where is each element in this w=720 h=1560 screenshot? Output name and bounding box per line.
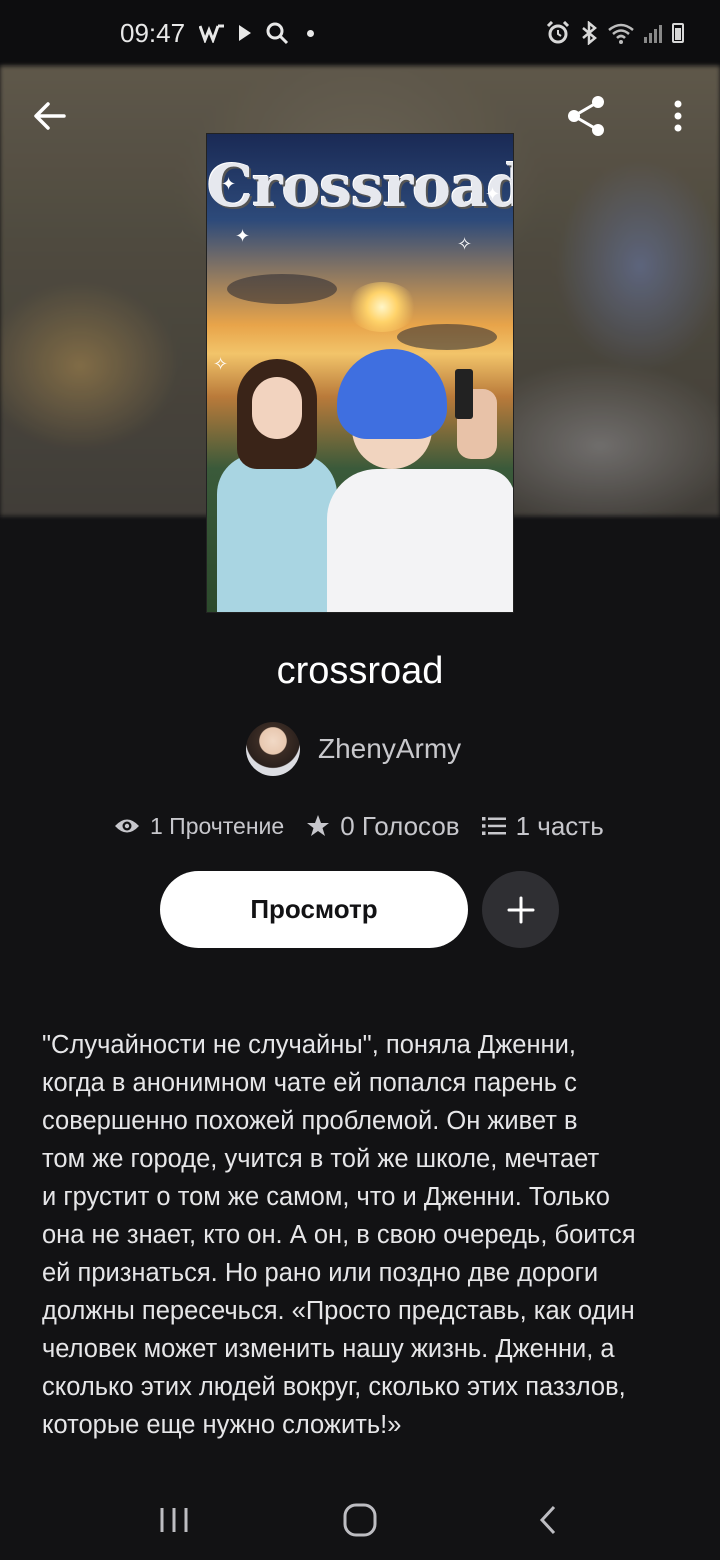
story-stats: 1 Прочтение 0 Голосов 1 часть xyxy=(114,806,626,846)
signal-icon xyxy=(644,23,662,43)
arrow-left-icon xyxy=(34,102,66,130)
author-name[interactable]: ZhenyArmy xyxy=(318,733,461,765)
recents-icon xyxy=(160,1508,188,1532)
sparkle-icon: ✧ xyxy=(457,234,473,254)
home-button[interactable] xyxy=(320,1480,400,1560)
star-icon xyxy=(307,815,330,836)
book-title: crossroad xyxy=(276,650,444,692)
sparkle-icon: ✦ xyxy=(485,184,501,204)
status-right-icons xyxy=(546,21,684,45)
sparkle-icon: ✦ xyxy=(235,226,251,246)
votes-stat: 0 Голосов xyxy=(306,810,460,842)
notification-dot xyxy=(307,29,315,37)
eye-icon xyxy=(115,819,139,833)
alarm-icon xyxy=(546,21,570,44)
cover-cloud xyxy=(227,274,337,304)
share-icon xyxy=(568,96,604,136)
bluetooth-icon xyxy=(582,21,597,45)
sparkle-icon: ✦ xyxy=(221,174,237,194)
list-icon xyxy=(481,817,506,835)
reads-count: 1 Прочтение xyxy=(150,812,285,839)
status-left-icons xyxy=(199,21,315,45)
status-bar: 09:47 xyxy=(0,0,720,66)
system-nav-bar xyxy=(0,1480,720,1560)
more-options-button[interactable] xyxy=(648,86,708,146)
cover-title: Crossroad xyxy=(207,152,514,220)
plus-icon xyxy=(507,896,534,923)
book-cover[interactable]: Crossroad ✦ ✦ ✦ ✧ ✧ ✦ xyxy=(206,133,514,613)
read-button[interactable]: Просмотр xyxy=(160,871,468,948)
more-vertical-icon xyxy=(674,100,682,132)
reads-stat: 1 Прочтение xyxy=(114,813,284,840)
story-description: "Случайности не случайны", поняла Дженни… xyxy=(42,1031,636,1439)
parts-count: 1 часть xyxy=(515,810,604,841)
recents-button[interactable] xyxy=(134,1480,214,1560)
back-button[interactable] xyxy=(20,86,80,146)
w-app-icon xyxy=(199,24,225,43)
search-icon xyxy=(266,22,289,45)
nav-back-button[interactable] xyxy=(508,1480,588,1560)
cover-girl-figure xyxy=(217,359,337,612)
add-to-library-button[interactable] xyxy=(482,871,559,948)
author-link[interactable]: ZhenyArmy xyxy=(246,722,461,776)
nav-back-icon xyxy=(539,1505,556,1535)
votes-count: 0 Голосов xyxy=(340,810,460,841)
cover-sun xyxy=(347,282,417,332)
author-avatar[interactable] xyxy=(246,722,300,776)
share-button[interactable] xyxy=(556,86,616,146)
status-time: 09:47 xyxy=(120,17,186,48)
home-icon xyxy=(343,1503,377,1537)
cover-boy-figure xyxy=(327,349,513,612)
cover-cloud xyxy=(397,324,497,350)
play-icon xyxy=(239,25,252,41)
wifi-icon xyxy=(608,23,634,44)
battery-icon xyxy=(672,23,684,43)
parts-stat: 1 часть xyxy=(481,810,604,842)
